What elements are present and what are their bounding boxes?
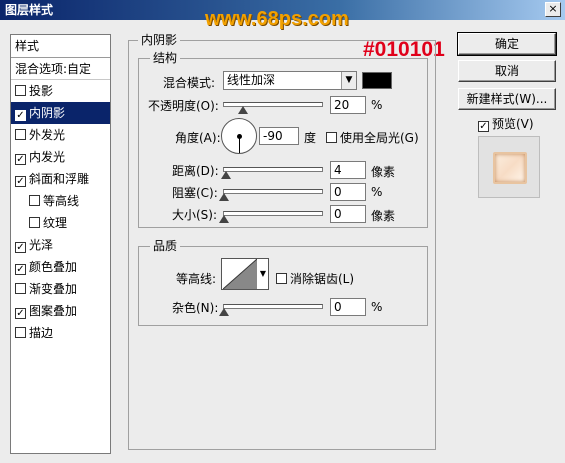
style-item-label: 内阴影 bbox=[29, 106, 66, 120]
style-item-label: 描边 bbox=[29, 326, 54, 340]
choke-input[interactable]: 0 bbox=[330, 183, 366, 201]
chevron-down-icon: ▼ bbox=[341, 72, 356, 89]
style-item[interactable]: ✓ 图案叠加 bbox=[11, 300, 110, 322]
noise-input[interactable]: 0 bbox=[330, 298, 366, 316]
style-item-label: 外发光 bbox=[29, 128, 66, 142]
style-item-checkbox[interactable]: ✓ bbox=[15, 308, 26, 319]
quality-title: 品质 bbox=[150, 237, 181, 254]
style-item-label: 内发光 bbox=[29, 150, 66, 164]
style-item-checkbox[interactable] bbox=[15, 85, 26, 96]
preview-label: 预览(V) bbox=[492, 117, 534, 131]
style-item-label: 投影 bbox=[29, 84, 54, 98]
style-item-checkbox[interactable] bbox=[15, 283, 26, 294]
style-item-checkbox[interactable] bbox=[15, 129, 26, 140]
noise-label: 杂色(N): bbox=[172, 301, 219, 315]
style-list: 样式 混合选项:自定 投影 ✓ 内阴影 外发光 ✓ 内发光 ✓ 斜面和浮雕 等高线 纹理 ✓ 光泽 ✓ 颜… bbox=[10, 34, 111, 454]
size-input[interactable]: 0 bbox=[330, 205, 366, 223]
cancel-button[interactable]: 取消 bbox=[458, 60, 556, 82]
style-item-checkbox[interactable] bbox=[29, 217, 40, 228]
new-style-button[interactable]: 新建样式(W)... bbox=[458, 88, 556, 110]
inner-shadow-title: 内阴影 bbox=[138, 31, 181, 48]
preview-box[interactable]: ✓ bbox=[478, 121, 489, 132]
anti-alias-label: 消除锯齿(L) bbox=[290, 272, 355, 286]
style-item[interactable]: ✓ 斜面和浮雕 bbox=[11, 168, 110, 190]
anti-alias-box[interactable] bbox=[276, 273, 287, 284]
style-list-header[interactable]: 样式 bbox=[11, 35, 110, 58]
global-light-box[interactable] bbox=[326, 132, 337, 143]
style-item[interactable]: 等高线 bbox=[11, 190, 110, 212]
opacity-unit: % bbox=[371, 98, 383, 112]
choke-slider-track[interactable] bbox=[223, 189, 323, 194]
shadow-color-swatch[interactable] bbox=[362, 72, 392, 89]
angle-dial[interactable] bbox=[221, 118, 257, 154]
blend-options-item[interactable]: 混合选项:自定 bbox=[11, 58, 110, 80]
style-item-checkbox[interactable]: ✓ bbox=[15, 154, 26, 165]
noise-slider-thumb[interactable] bbox=[219, 308, 229, 316]
preview-swatch bbox=[493, 152, 527, 184]
style-item-checkbox[interactable] bbox=[29, 195, 40, 206]
distance-label: 距离(D): bbox=[172, 164, 219, 178]
style-item[interactable]: 描边 bbox=[11, 322, 110, 344]
choke-slider-thumb[interactable] bbox=[219, 193, 229, 201]
window-title: 图层样式 bbox=[5, 3, 54, 17]
style-item[interactable]: ✓ 光泽 bbox=[11, 234, 110, 256]
choke-label: 阻塞(C): bbox=[172, 186, 218, 200]
style-item-checkbox[interactable]: ✓ bbox=[15, 242, 26, 253]
style-item[interactable]: 投影 bbox=[11, 80, 110, 102]
choke-unit: % bbox=[371, 185, 383, 199]
blend-mode-label: 混合模式: bbox=[163, 76, 216, 90]
global-light-checkbox[interactable]: 使用全局光(G) bbox=[326, 129, 419, 146]
style-item[interactable]: 纹理 bbox=[11, 212, 110, 234]
contour-curve-icon bbox=[223, 259, 257, 289]
close-button[interactable]: × bbox=[545, 2, 561, 17]
distance-unit: 像素 bbox=[371, 165, 396, 179]
opacity-label: 不透明度(O): bbox=[148, 99, 219, 113]
structure-title: 结构 bbox=[150, 49, 181, 66]
style-item-label: 纹理 bbox=[43, 216, 68, 230]
angle-label: 角度(A): bbox=[175, 131, 221, 145]
noise-slider-track[interactable] bbox=[223, 304, 323, 309]
opacity-input[interactable]: 20 bbox=[330, 96, 366, 114]
watermark-text: www.68ps.com bbox=[205, 8, 349, 30]
anti-alias-checkbox[interactable]: 消除锯齿(L) bbox=[276, 270, 354, 287]
noise-unit: % bbox=[371, 300, 383, 314]
distance-slider-thumb[interactable] bbox=[221, 171, 231, 179]
style-item-label: 颜色叠加 bbox=[29, 260, 78, 274]
style-item[interactable]: 外发光 bbox=[11, 124, 110, 146]
size-unit: 像素 bbox=[371, 209, 396, 223]
distance-slider-track[interactable] bbox=[223, 167, 323, 172]
size-label: 大小(S): bbox=[172, 208, 218, 222]
angle-unit: 度 bbox=[304, 131, 317, 145]
contour-dropdown-icon[interactable]: ▼ bbox=[260, 269, 266, 278]
blend-mode-select[interactable]: 线性加深 ▼ bbox=[223, 71, 357, 90]
style-item-checkbox[interactable]: ✓ bbox=[15, 176, 26, 187]
contour-label: 等高线: bbox=[176, 272, 217, 286]
opacity-slider-thumb[interactable] bbox=[238, 106, 248, 114]
style-item-label: 渐变叠加 bbox=[29, 282, 78, 296]
ok-button[interactable]: 确定 bbox=[457, 32, 557, 56]
style-preview-thumbnail bbox=[478, 136, 540, 198]
style-item-checkbox[interactable]: ✓ bbox=[15, 264, 26, 275]
angle-dial-center bbox=[237, 134, 242, 139]
style-item[interactable]: ✓ 颜色叠加 bbox=[11, 256, 110, 278]
style-item[interactable]: ✓ 内阴影 bbox=[11, 102, 110, 124]
style-item-checkbox[interactable] bbox=[15, 327, 26, 338]
style-item-label: 等高线 bbox=[43, 194, 80, 208]
size-slider-track[interactable] bbox=[223, 211, 323, 216]
preview-checkbox[interactable]: ✓ 预览(V) bbox=[478, 115, 534, 132]
contour-picker[interactable]: ▼ bbox=[221, 258, 269, 290]
style-item-checkbox[interactable]: ✓ bbox=[15, 110, 26, 121]
style-item-label: 图案叠加 bbox=[29, 304, 78, 318]
global-light-label: 使用全局光(G) bbox=[340, 131, 419, 145]
style-item[interactable]: 渐变叠加 bbox=[11, 278, 110, 300]
style-item[interactable]: ✓ 内发光 bbox=[11, 146, 110, 168]
style-item-label: 光泽 bbox=[29, 238, 54, 252]
size-slider-thumb[interactable] bbox=[219, 215, 229, 223]
blend-mode-value: 线性加深 bbox=[227, 73, 276, 87]
angle-input[interactable]: -90 bbox=[259, 127, 299, 145]
distance-input[interactable]: 4 bbox=[330, 161, 366, 179]
style-item-label: 斜面和浮雕 bbox=[29, 172, 90, 186]
